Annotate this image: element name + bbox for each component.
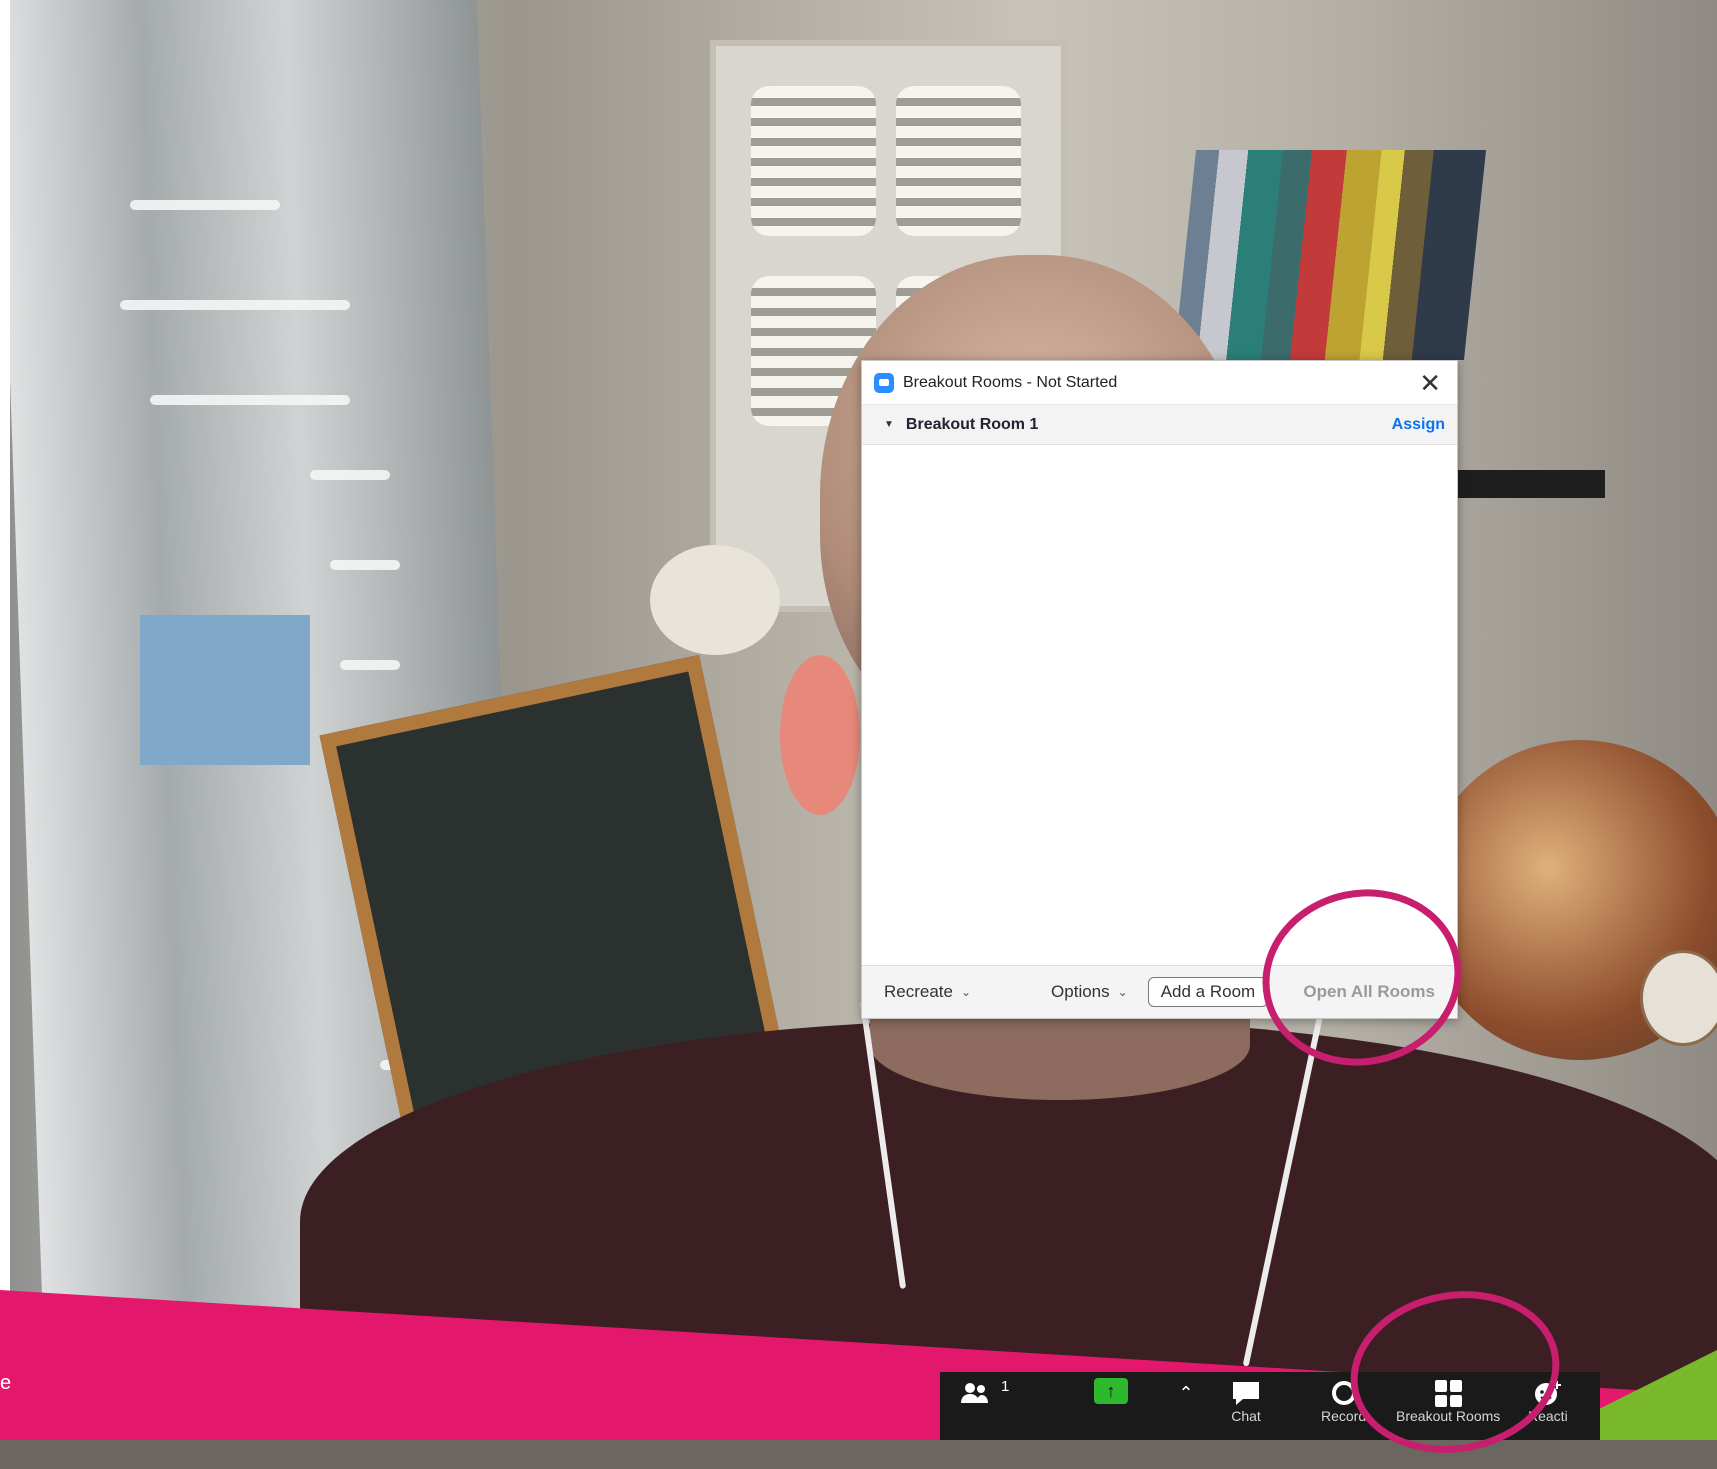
- chevron-down-icon: ⌄: [1117, 985, 1128, 999]
- clock-shape: [1640, 950, 1717, 1046]
- person-ear: [780, 655, 860, 815]
- blind-slat: [130, 200, 280, 210]
- recreate-dropdown[interactable]: Recreate ⌄: [884, 982, 971, 1002]
- caret-down-icon[interactable]: ▼: [884, 419, 894, 430]
- zoom-app-icon: [874, 372, 894, 393]
- blind-slat: [150, 395, 350, 405]
- chevron-up-icon: ⌃: [1178, 1382, 1194, 1403]
- close-icon[interactable]: ✕: [1415, 370, 1445, 396]
- participants-icon: [960, 1378, 992, 1408]
- blind-slat: [310, 470, 390, 480]
- participants-button[interactable]: [960, 1378, 992, 1408]
- blind-slat: [340, 660, 400, 670]
- chevron-down-icon: ⌄: [960, 985, 972, 999]
- recreate-label: Recreate: [884, 982, 953, 1001]
- share-screen-button[interactable]: ↑: [1094, 1378, 1128, 1404]
- dialog-title-bar[interactable]: Breakout Rooms - Not Started ✕: [862, 361, 1457, 405]
- dialog-title: Breakout Rooms - Not Started: [903, 373, 1118, 391]
- bookshelf-books: [1173, 150, 1487, 360]
- webcam-video: [0, 0, 1717, 1440]
- left-edge: [0, 0, 10, 1300]
- lamp-shape: [650, 545, 780, 655]
- options-dropdown[interactable]: Options ⌄: [1051, 982, 1128, 1002]
- blind-slat: [330, 560, 400, 570]
- shelf: [1455, 470, 1605, 498]
- monitor-shape: [140, 615, 310, 765]
- share-screen-icon: ↑: [1094, 1378, 1128, 1404]
- chat-button[interactable]: Chat: [1230, 1378, 1262, 1424]
- chat-icon: [1230, 1378, 1262, 1408]
- blind-slat: [120, 300, 350, 310]
- add-room-button[interactable]: Add a Room: [1147, 977, 1269, 1007]
- assign-link[interactable]: Assign: [1392, 416, 1445, 434]
- options-label: Options: [1051, 982, 1110, 1001]
- share-options-caret[interactable]: ⌃: [1170, 1378, 1202, 1408]
- chat-label: Chat: [1231, 1408, 1261, 1424]
- participants-count: 1: [1001, 1378, 1010, 1395]
- breakout-room-row[interactable]: ▼ Breakout Room 1 Assign: [862, 405, 1457, 445]
- room-name: Breakout Room 1: [905, 415, 1039, 433]
- room-list-area: [862, 445, 1457, 964]
- slide-text-fragment: e: [0, 1372, 12, 1394]
